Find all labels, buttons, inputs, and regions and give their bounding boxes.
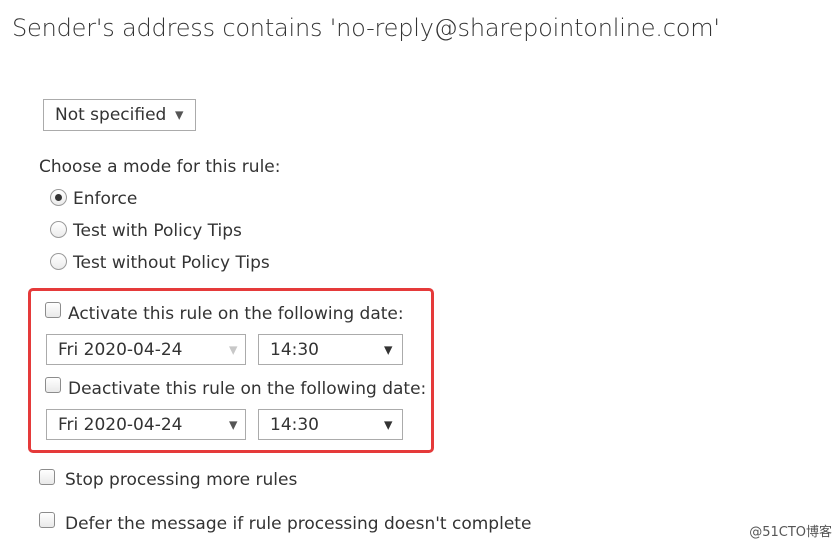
chevron-down-icon: ▼ bbox=[229, 418, 238, 431]
mode-label-test-with-policy-tips: Test with Policy Tips bbox=[73, 221, 242, 241]
deactivate-rule-checkbox[interactable] bbox=[45, 377, 61, 393]
activate-rule-label: Activate this rule on the following date… bbox=[68, 304, 404, 324]
chevron-down-icon: ▼ bbox=[229, 343, 238, 356]
deactivate-time-value: 14:30 bbox=[270, 414, 319, 435]
mode-label: Choose a mode for this rule: bbox=[39, 157, 281, 177]
stop-processing-checkbox[interactable] bbox=[39, 469, 55, 485]
chevron-down-icon: ▼ bbox=[384, 418, 393, 431]
mode-radio-test-without-policy-tips[interactable] bbox=[50, 253, 67, 270]
defer-message-checkbox[interactable] bbox=[39, 512, 55, 528]
deactivate-time-picker[interactable]: 14:30 ▼ bbox=[258, 409, 403, 440]
mode-label-enforce: Enforce bbox=[73, 189, 138, 209]
activate-date-picker[interactable]: Fri 2020-04-24 ▼ bbox=[46, 334, 246, 365]
deactivate-rule-label: Deactivate this rule on the following da… bbox=[68, 379, 427, 399]
mode-radio-enforce[interactable] bbox=[50, 189, 67, 206]
stop-processing-label: Stop processing more rules bbox=[65, 470, 298, 490]
mode-radio-test-with-policy-tips[interactable] bbox=[50, 221, 67, 238]
severity-dropdown[interactable]: Not specified ▼ bbox=[43, 99, 196, 131]
activate-time-value: 14:30 bbox=[270, 339, 319, 360]
activate-date-value: Fri 2020-04-24 bbox=[58, 339, 183, 360]
severity-dropdown-value: Not specified bbox=[55, 105, 167, 125]
watermark: @51CTO博客 bbox=[749, 525, 832, 540]
defer-message-label: Defer the message if rule processing doe… bbox=[65, 514, 532, 534]
activate-time-picker[interactable]: 14:30 ▼ bbox=[258, 334, 403, 365]
activate-rule-checkbox[interactable] bbox=[45, 302, 61, 318]
chevron-down-icon: ▼ bbox=[175, 108, 184, 122]
mode-label-test-without-policy-tips: Test without Policy Tips bbox=[73, 253, 270, 273]
chevron-down-icon: ▼ bbox=[384, 343, 393, 356]
deactivate-date-value: Fri 2020-04-24 bbox=[58, 414, 183, 435]
deactivate-date-picker[interactable]: Fri 2020-04-24 ▼ bbox=[46, 409, 246, 440]
rule-condition-heading: Sender's address contains 'no-reply@shar… bbox=[12, 14, 720, 42]
